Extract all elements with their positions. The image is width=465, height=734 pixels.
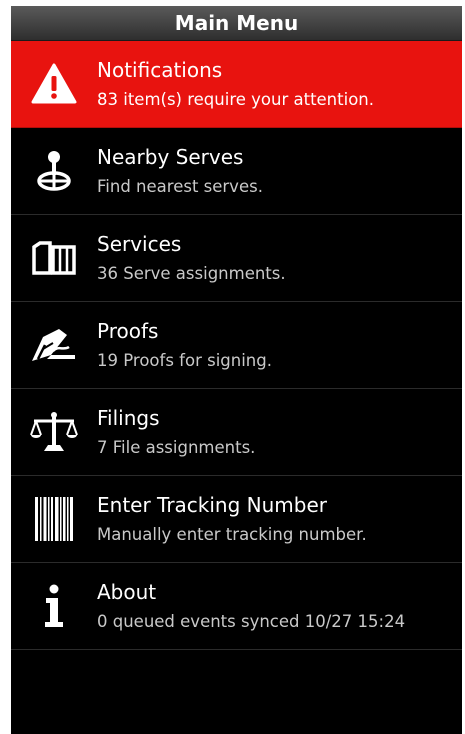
menu-item-title: Nearby Serves [97,145,244,169]
menu-item-title: Notifications [97,58,223,82]
info-icon [11,563,97,650]
documents-icon [11,215,97,302]
menu-item-text: Proofs 19 Proofs for signing. [97,319,272,371]
menu-item-nearby-serves[interactable]: Nearby Serves Find nearest serves. [11,128,462,215]
menu-item-enter-tracking-number[interactable]: Enter Tracking Number Manually enter tra… [11,476,462,563]
menu-item-subtitle: Find nearest serves. [97,177,263,196]
menu-item-subtitle: 36 Serve assignments. [97,264,286,283]
scales-icon [11,389,97,476]
title-bar: Main Menu [11,6,462,41]
menu-item-subtitle: Manually enter tracking number. [97,525,367,544]
menu-item-title: Enter Tracking Number [97,493,327,517]
menu-item-subtitle: 0 queued events synced 10/27 15:24 [97,612,406,631]
menu-item-subtitle: 7 File assignments. [97,438,256,457]
map-pin-icon [11,128,97,215]
app-screen: Main Menu Notifications 83 item(s) requi… [11,6,462,734]
menu-item-subtitle: 83 item(s) require your attention. [97,90,374,109]
main-menu-list: Notifications 83 item(s) require your at… [11,41,462,650]
menu-item-text: Notifications 83 item(s) require your at… [97,58,374,110]
menu-item-title: Services [97,232,182,256]
menu-item-text: Filings 7 File assignments. [97,406,255,458]
menu-item-text: Services 36 Serve assignments. [97,232,286,284]
page-title: Main Menu [174,11,299,35]
menu-item-text: About 0 queued events synced 10/27 15:24 [97,580,405,632]
menu-item-text: Nearby Serves Find nearest serves. [97,145,263,197]
menu-item-about[interactable]: About 0 queued events synced 10/27 15:24 [11,563,462,650]
pen-signature-icon [11,302,97,389]
warning-icon [11,41,97,128]
menu-item-title: About [97,580,157,604]
menu-item-title: Proofs [97,319,159,343]
menu-item-notifications[interactable]: Notifications 83 item(s) require your at… [11,41,462,128]
barcode-icon [11,476,97,563]
menu-item-subtitle: 19 Proofs for signing. [97,351,272,370]
menu-item-filings[interactable]: Filings 7 File assignments. [11,389,462,476]
menu-item-proofs[interactable]: Proofs 19 Proofs for signing. [11,302,462,389]
menu-item-title: Filings [97,406,160,430]
menu-item-services[interactable]: Services 36 Serve assignments. [11,215,462,302]
menu-item-text: Enter Tracking Number Manually enter tra… [97,493,367,545]
